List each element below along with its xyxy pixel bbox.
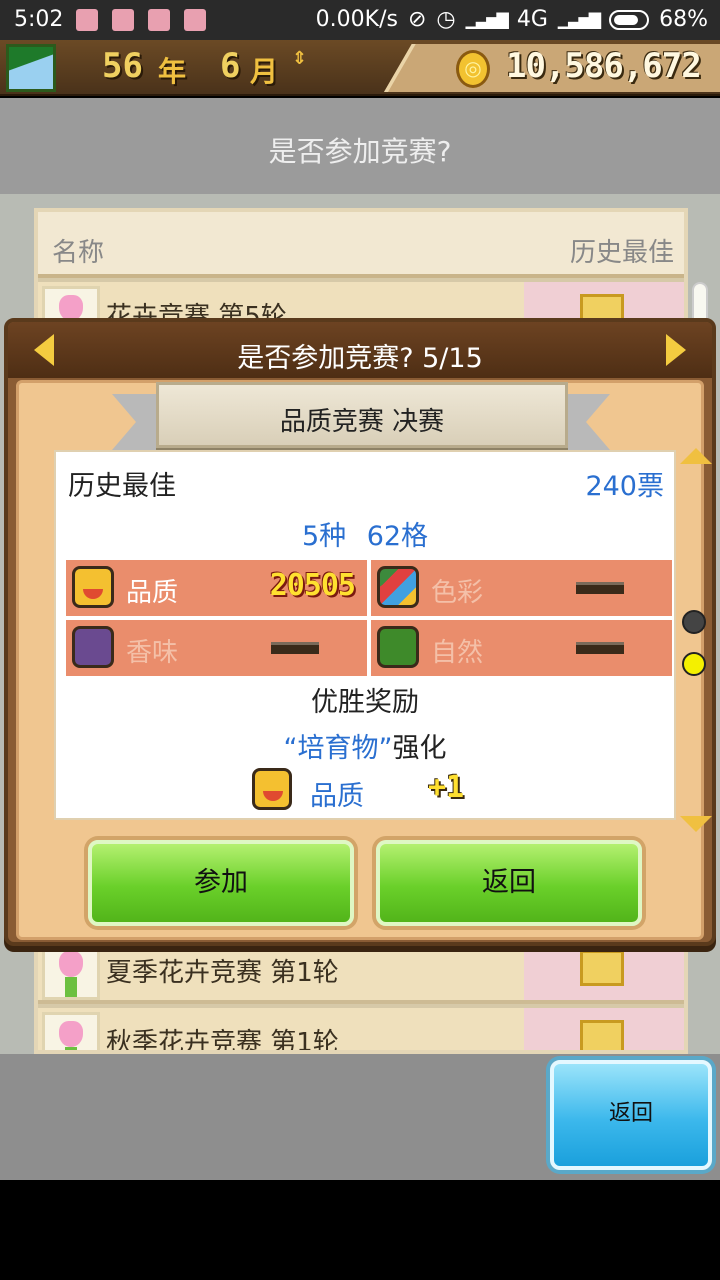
dialog-titlebar: 是否参加竞赛? 5/15	[8, 322, 712, 378]
new-badge-icon	[580, 1020, 624, 1050]
next-arrow-icon[interactable]	[666, 334, 686, 366]
map-icon[interactable]	[6, 44, 56, 92]
list-col-best: 历史最佳	[569, 238, 674, 268]
game-header: 56 年 6 月 ⇕ ◎ 10,586,672	[0, 40, 720, 96]
tulip-icon	[42, 942, 100, 1000]
best-votes: 240票	[585, 471, 664, 502]
tulip-icon	[42, 1012, 100, 1050]
purple-blob-icon	[72, 626, 114, 668]
stat-value: 20505	[269, 568, 356, 603]
new-badge-icon	[580, 950, 624, 986]
scroll-up-arrow-icon[interactable]	[680, 448, 712, 464]
year-value: 56	[102, 46, 143, 86]
net-speed: 0.00K/s	[315, 7, 398, 32]
stat-scent: 香味	[66, 620, 367, 676]
game-screen: 5:02 0.00K/s ⊘ ◷ ▁▃▅▇ 4G ▁▃▅▇ 68% 56 年 6…	[0, 0, 720, 1280]
scroll-down-arrow-icon[interactable]	[680, 816, 712, 832]
reward-bonus: +1	[428, 770, 465, 805]
stat-nature: 自然	[371, 620, 672, 676]
battery-icon	[609, 9, 650, 30]
contest-requirements: 5种 62格	[301, 521, 429, 552]
stat-empty-dash	[576, 582, 624, 594]
month-unit: 月	[250, 55, 279, 88]
coin-icon: ◎	[456, 50, 490, 88]
speed-arrows-icon[interactable]: ⇕	[292, 48, 307, 69]
notification-icon	[112, 9, 134, 31]
reward-action: 强化	[392, 733, 447, 764]
join-button[interactable]: 参加	[88, 840, 354, 926]
stat-grid: 品质 20505 色彩 香味 自然	[66, 560, 672, 676]
stat-color: 色彩	[371, 560, 672, 616]
status-right: 0.00K/s ⊘ ◷ ▁▃▅▇ 4G ▁▃▅▇ 68%	[316, 7, 708, 32]
page-dot-active[interactable]	[682, 652, 706, 676]
status-bar: 5:02 0.00K/s ⊘ ◷ ▁▃▅▇ 4G ▁▃▅▇ 68%	[0, 0, 720, 40]
list-item-best	[524, 1008, 684, 1050]
notification-icon	[148, 9, 170, 31]
year-unit: 年	[158, 55, 187, 88]
page-dot[interactable]	[682, 610, 706, 634]
network-type: 4G	[516, 7, 548, 32]
contest-detail-panel: 历史最佳 240票 5种 62格 品质 20505 色彩 香味 自然 优胜奖励 …	[54, 450, 676, 820]
notification-icon	[184, 9, 206, 31]
list-col-name: 名称	[52, 238, 105, 268]
reward-stat: 品质	[310, 781, 364, 812]
rainbow-icon	[377, 566, 419, 608]
signal-icon: ▁▃▅▇	[465, 10, 509, 29]
back-button[interactable]: 返回	[550, 1060, 712, 1170]
contest-name-ribbon: 品质竞赛 决赛	[156, 382, 568, 448]
battery-percent: 68%	[659, 7, 708, 32]
status-time: 5:02	[14, 7, 64, 32]
stat-quality: 品质 20505	[66, 560, 367, 616]
stat-label: 品质	[126, 578, 179, 608]
money-value: 10,586,672	[506, 46, 702, 86]
list-item-best	[524, 938, 684, 1000]
mute-icon: ⊘	[407, 7, 427, 32]
best-label: 历史最佳	[68, 471, 176, 502]
month-value: 6	[220, 46, 241, 86]
list-header: 名称 历史最佳	[38, 212, 684, 278]
smile-face-icon	[72, 566, 114, 608]
signal-icon: ▁▃▅▇	[557, 10, 601, 29]
reward-target: “培育物”	[283, 733, 393, 764]
list-item[interactable]: 秋季花卉竞赛 第1轮	[38, 1008, 684, 1054]
screen-title: 是否参加竞赛?	[268, 135, 452, 168]
stat-empty-dash	[271, 642, 319, 654]
smile-face-icon	[252, 768, 292, 810]
reward-description: “培育物”强化	[56, 726, 674, 765]
stat-empty-dash	[576, 642, 624, 654]
dialog-title: 是否参加竞赛? 5/15	[237, 343, 483, 374]
notification-icon	[76, 9, 98, 31]
stat-label: 自然	[431, 638, 484, 668]
list-item-name: 夏季花卉竞赛 第1轮	[106, 958, 339, 988]
leaf-circle-icon	[377, 626, 419, 668]
dialog-back-button[interactable]: 返回	[376, 840, 642, 926]
list-item[interactable]: 夏季花卉竞赛 第1轮	[38, 938, 684, 1004]
stat-label: 色彩	[431, 578, 484, 608]
list-item-name: 秋季花卉竞赛 第1轮	[106, 1028, 339, 1054]
stat-label: 香味	[126, 638, 179, 668]
contest-dialog: 是否参加竞赛? 5/15 品质竞赛 决赛 历史最佳 240票 5种 62格 品质…	[4, 318, 716, 946]
reward-title: 优胜奖励	[311, 687, 419, 718]
alarm-icon: ◷	[436, 7, 456, 32]
contest-name: 品质竞赛 决赛	[279, 407, 445, 437]
